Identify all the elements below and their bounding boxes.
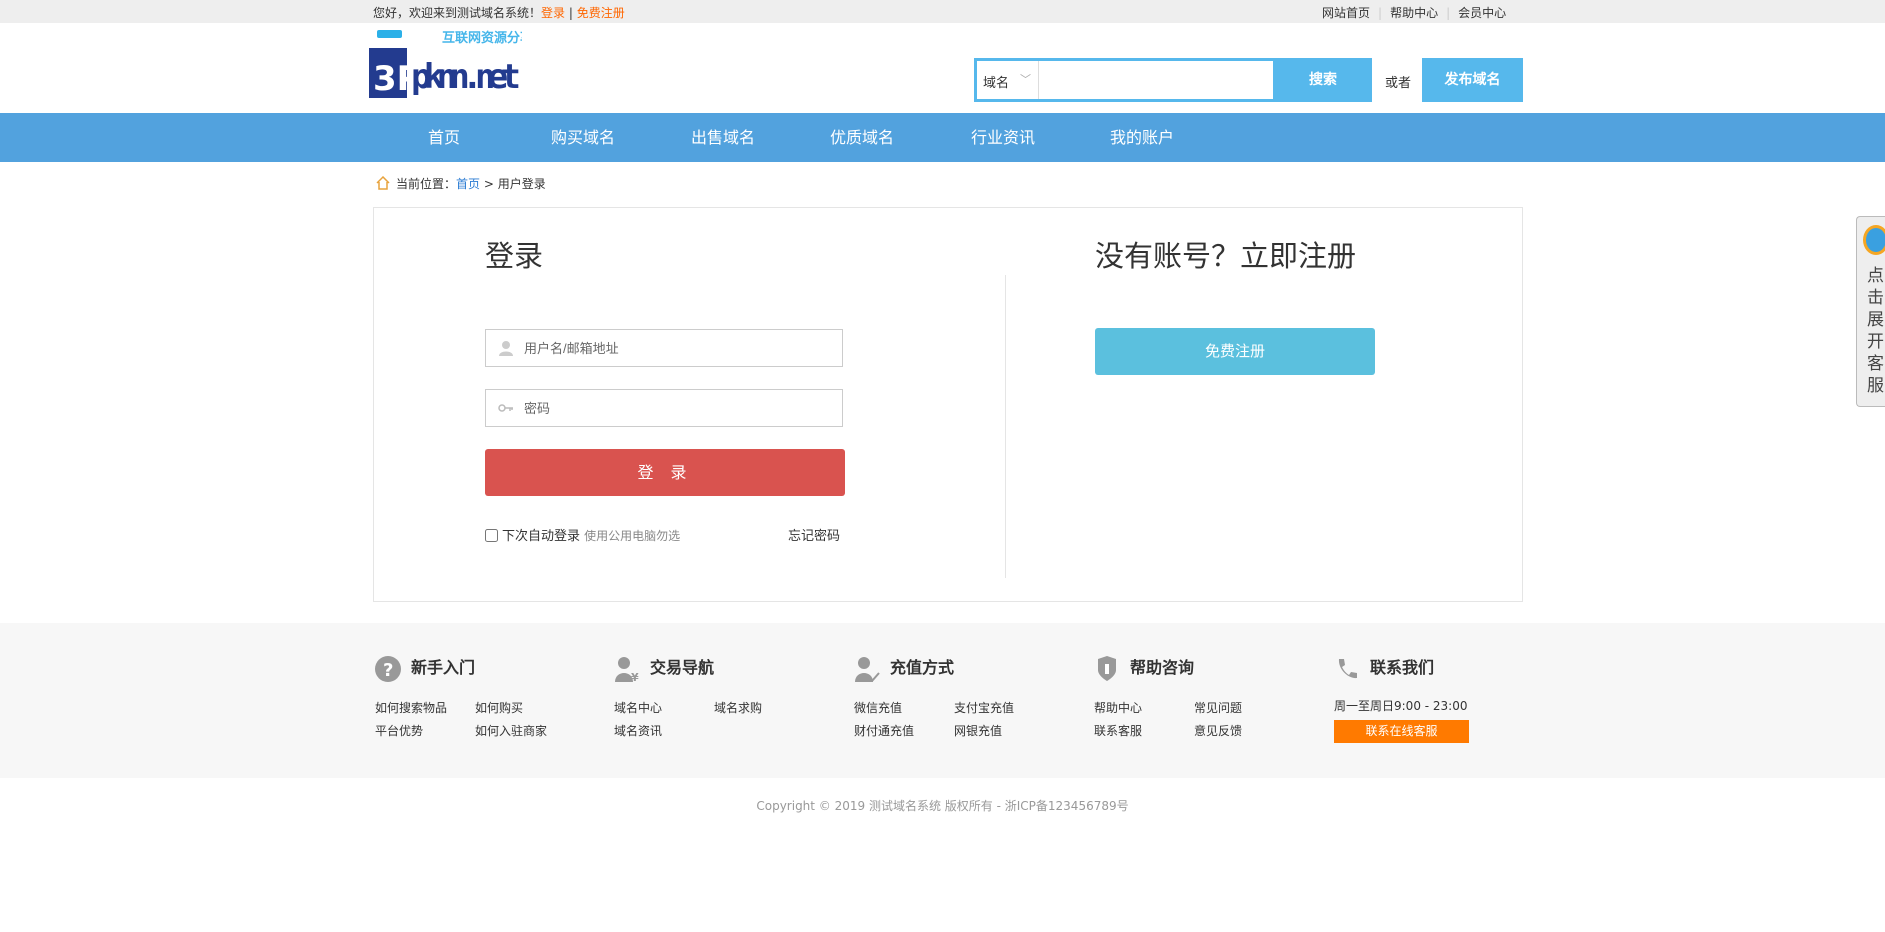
chevron-down-icon: ﹀ — [1020, 71, 1031, 87]
service-hours: 周一至周日9:00 - 23:00 — [1334, 697, 1564, 714]
register-button[interactable]: 免费注册 — [1095, 328, 1375, 375]
footer-link[interactable]: 域名中心 — [614, 697, 714, 720]
shield-icon — [1094, 656, 1120, 682]
login-button[interactable]: 登 录 — [485, 449, 845, 496]
login-title: 登录 — [485, 233, 543, 275]
key-icon — [498, 400, 514, 416]
or-text: 或者 — [1385, 72, 1411, 91]
online-service-button[interactable]: 联系在线客服 — [1334, 720, 1469, 743]
register-title: 没有账号？立即注册 — [1095, 233, 1356, 275]
footer-col-title: 充值方式 — [890, 658, 954, 677]
customer-service-float[interactable]: 点击展开客服 — [1856, 216, 1885, 407]
password-input[interactable] — [524, 390, 834, 426]
footer-link[interactable]: 域名求购 — [714, 697, 814, 720]
home-icon — [376, 176, 390, 190]
nav-home[interactable]: 首页 — [374, 113, 514, 162]
divider — [1005, 275, 1006, 578]
top-link-home[interactable]: 网站首页 — [1322, 6, 1370, 20]
breadcrumb-sep: > — [484, 177, 494, 191]
svg-text:?: ? — [383, 660, 393, 681]
search-type-label: 域名 — [983, 76, 1009, 91]
footer-col-recharge: 充值方式 微信充值支付宝充值财付通充值网银充值 — [854, 653, 1084, 743]
top-link-member[interactable]: 会员中心 — [1458, 6, 1506, 20]
footer-col-title: 帮助咨询 — [1130, 658, 1194, 677]
question-icon: ? — [375, 656, 401, 682]
user-edit-icon — [854, 656, 880, 682]
nav-news[interactable]: 行业资讯 — [933, 113, 1073, 162]
nav-premium-domain[interactable]: 优质域名 — [792, 113, 932, 162]
qq-icon — [1863, 225, 1885, 255]
footer-link[interactable]: 财付通充值 — [854, 720, 954, 743]
top-link-help[interactable]: 帮助中心 — [1390, 6, 1438, 20]
footer-link[interactable]: 域名资讯 — [614, 720, 714, 743]
footer-link[interactable]: 如何入驻商家 — [475, 720, 575, 743]
svg-text:互联网资源分享站: 互联网资源分享站 — [442, 30, 522, 46]
username-input[interactable] — [524, 330, 834, 366]
footer-link[interactable]: 支付宝充值 — [954, 697, 1054, 720]
footer-col-contact: 联系我们 周一至周日9:00 - 23:00 联系在线客服 — [1334, 653, 1564, 743]
footer-col-title: 联系我们 — [1370, 658, 1434, 677]
breadcrumb-current: 用户登录 — [498, 177, 546, 191]
phone-icon — [1334, 656, 1360, 682]
search-type-select[interactable]: 域名 ﹀ — [977, 61, 1039, 99]
search-bar: 域名 ﹀ 搜索 — [974, 58, 1372, 102]
nav-buy-domain[interactable]: 购买域名 — [513, 113, 653, 162]
copyright: Copyright © 2019 测试域名系统 版权所有 - 浙ICP备1234… — [0, 797, 1885, 814]
footer-link[interactable]: 意见反馈 — [1194, 720, 1294, 743]
footer-col-guide: ? 新手入门 如何搜索物品如何购买平台优势如何入驻商家 — [375, 653, 605, 743]
footer-link[interactable]: 帮助中心 — [1094, 697, 1194, 720]
footer-link[interactable]: 常见问题 — [1194, 697, 1294, 720]
footer-link[interactable]: 网银充值 — [954, 720, 1054, 743]
forgot-password-link[interactable]: 忘记密码 — [788, 525, 840, 544]
svg-text:pknn.net: pknn.net — [411, 57, 521, 97]
breadcrumb-label: 当前位置： — [396, 177, 456, 191]
main-nav: 首页 购买域名 出售域名 优质域名 行业资讯 我的账户 — [0, 113, 1885, 162]
nav-sell-domain[interactable]: 出售域名 — [653, 113, 793, 162]
float-text: 点击展开客服 — [1867, 265, 1885, 397]
top-login-link[interactable]: 登录 — [541, 6, 565, 20]
top-bar: 您好，欢迎来到测试域名系统！登录 | 免费注册 网站首页|帮助中心|会员中心 — [0, 0, 1885, 23]
username-field — [485, 329, 843, 367]
footer-col-title: 新手入门 — [411, 658, 475, 677]
user-yen-icon: ¥ — [614, 656, 640, 682]
search-button[interactable]: 搜索 — [1274, 58, 1372, 102]
breadcrumb-home[interactable]: 首页 — [456, 177, 480, 191]
password-field — [485, 389, 843, 427]
footer-link[interactable]: 联系客服 — [1094, 720, 1194, 743]
greeting-bar: 您好，欢迎来到测试域名系统！登录 | 免费注册 — [373, 4, 625, 21]
footer-link[interactable]: 平台优势 — [375, 720, 475, 743]
remember-me[interactable]: 下次自动登录 使用公用电脑勿选 — [485, 525, 680, 544]
footer-col-help: 帮助咨询 帮助中心常见问题联系客服意见反馈 — [1094, 653, 1324, 743]
remember-checkbox[interactable] — [485, 529, 498, 542]
svg-text:¥: ¥ — [631, 671, 639, 682]
nav-my-account[interactable]: 我的账户 — [1072, 113, 1212, 162]
breadcrumb: 当前位置：首页 > 用户登录 — [376, 175, 546, 192]
search-input[interactable] — [1039, 61, 1273, 99]
footer-link[interactable]: 如何购买 — [475, 697, 575, 720]
publish-domain-button[interactable]: 发布域名 — [1422, 58, 1523, 102]
footer-col-title: 交易导航 — [650, 658, 714, 677]
remember-label: 下次自动登录 — [502, 529, 580, 544]
footer-col-trade: ¥ 交易导航 域名中心域名求购域名资讯 — [614, 653, 844, 743]
top-register-link[interactable]: 免费注册 — [577, 6, 625, 20]
site-logo[interactable]: 互联网资源分享站 3P pknn.net — [367, 30, 522, 102]
footer: ? 新手入门 如何搜索物品如何购买平台优势如何入驻商家 ¥ 交易导航 域名中心域名求… — [0, 623, 1885, 778]
footer-link[interactable]: 微信充值 — [854, 697, 954, 720]
user-icon — [498, 340, 514, 356]
separator: | — [569, 6, 573, 20]
footer-link[interactable]: 如何搜索物品 — [375, 697, 475, 720]
remember-hint: 使用公用电脑勿选 — [584, 529, 680, 543]
top-links: 网站首页|帮助中心|会员中心 — [1322, 4, 1506, 21]
greeting-text: 您好，欢迎来到测试域名系统！ — [373, 6, 541, 20]
login-panel: 登录 登 录 下次自动登录 使用公用电脑勿选 忘记密码 没有账号？立即注册 免费… — [373, 207, 1523, 602]
